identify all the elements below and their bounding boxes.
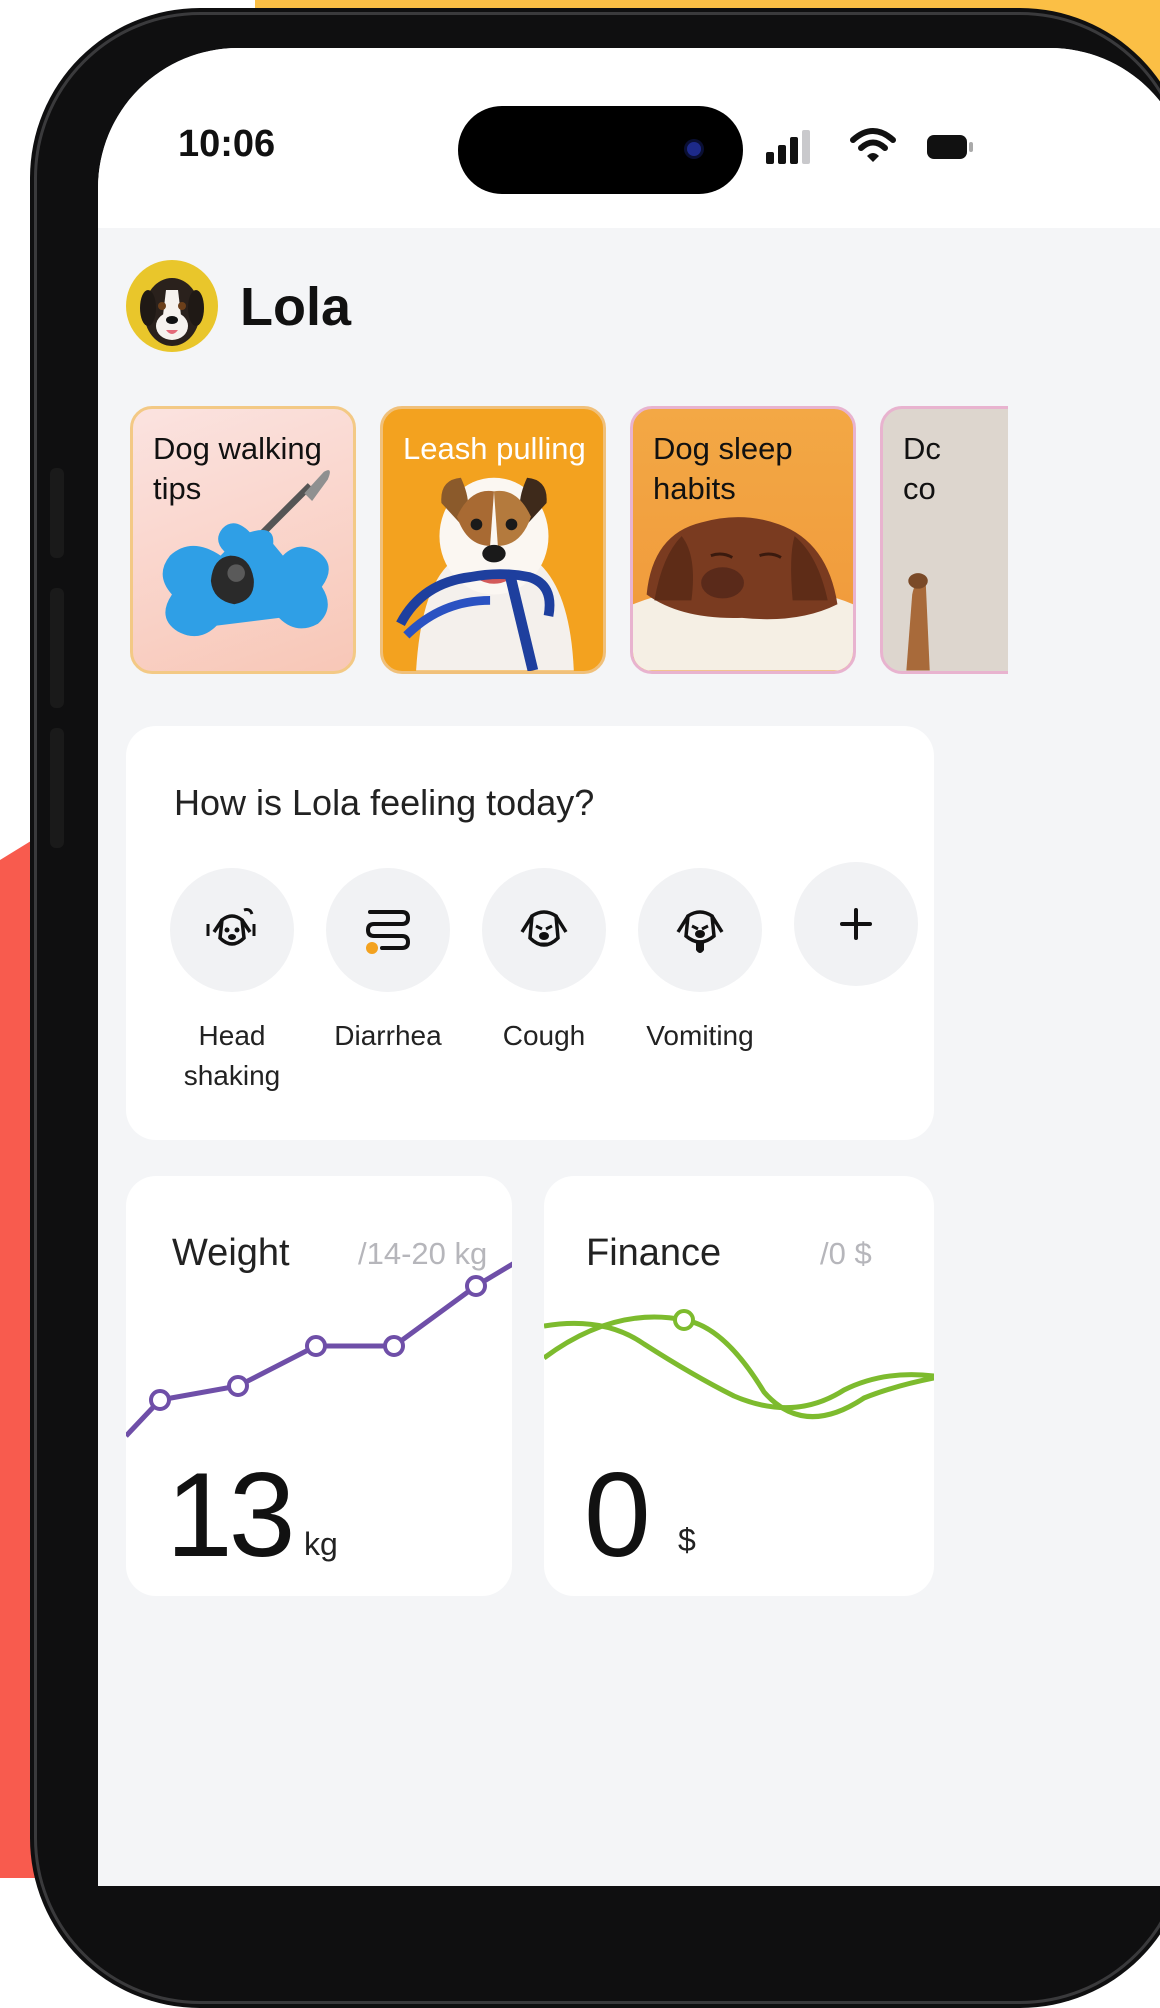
dog-avatar-icon bbox=[140, 278, 204, 346]
pet-avatar[interactable] bbox=[126, 260, 218, 352]
symptom-label: Vomiting bbox=[646, 1020, 754, 1051]
tip-card-title: Dog sleep habits bbox=[653, 431, 793, 506]
feeling-question: How is Lola feeling today? bbox=[174, 782, 595, 823]
weight-point bbox=[305, 1335, 327, 1357]
tip-card-title: Leash pulling bbox=[403, 431, 586, 466]
wifi-icon bbox=[850, 128, 896, 162]
tip-card-title: Dog walking tips bbox=[153, 431, 322, 506]
status-time: 10:06 bbox=[178, 123, 276, 165]
phone-side-button bbox=[50, 468, 64, 558]
tip-card-dog-walking[interactable]: Dog walking tips bbox=[130, 406, 356, 674]
tip-card-title: Dc co bbox=[903, 431, 941, 506]
weight-point bbox=[465, 1275, 487, 1297]
symptom-head-shaking[interactable]: Head shaking bbox=[170, 868, 294, 1096]
signal-icon bbox=[766, 130, 810, 164]
symptom-button[interactable] bbox=[482, 868, 606, 992]
symptom-label: Diarrhea bbox=[334, 1020, 442, 1051]
symptom-button[interactable] bbox=[326, 868, 450, 992]
phone-volume-button bbox=[50, 728, 64, 848]
phone-frame: 10:06 Lola Dog walking tips Leash pullin… bbox=[30, 8, 1160, 2008]
feeling-card: How is Lola feeling today? Head shaking bbox=[126, 726, 934, 1140]
plus-icon bbox=[840, 908, 872, 940]
tip-card-leash-pulling[interactable]: Leash pulling bbox=[380, 406, 606, 674]
weight-point bbox=[149, 1389, 171, 1411]
dynamic-island bbox=[458, 106, 743, 194]
add-symptom-button[interactable] bbox=[794, 862, 918, 986]
intestine-icon bbox=[365, 910, 411, 954]
dog-cough-icon bbox=[520, 910, 568, 947]
symptom-diarrhea[interactable]: Diarrhea bbox=[326, 868, 450, 1056]
weight-value: 13 bbox=[166, 1448, 295, 1582]
dog-head-shaking-icon bbox=[206, 908, 256, 946]
symptom-label: Cough bbox=[502, 1020, 586, 1051]
phone-volume-button bbox=[50, 588, 64, 708]
weight-card[interactable]: Weight /14-20 kg 13 kg bbox=[126, 1176, 512, 1596]
status-bar: 10:06 bbox=[98, 48, 1160, 228]
app-screen: 10:06 Lola Dog walking tips Leash pullin… bbox=[98, 48, 1160, 1886]
weight-point bbox=[383, 1335, 405, 1357]
tip-card-dog-sleep[interactable]: Dog sleep habits bbox=[630, 406, 856, 674]
finance-value: 0 bbox=[584, 1448, 651, 1582]
symptom-label: Head shaking bbox=[183, 1020, 281, 1091]
tip-card-partial[interactable]: Dc co bbox=[880, 406, 1008, 674]
dog-paw-illustration bbox=[906, 573, 930, 671]
symptom-add[interactable] bbox=[794, 862, 918, 986]
finance-unit: $ bbox=[678, 1522, 696, 1558]
symptom-vomiting[interactable]: Vomiting bbox=[638, 868, 762, 1056]
battery-icon bbox=[927, 135, 973, 159]
finance-card[interactable]: Finance /0 $ 0 $ bbox=[544, 1176, 934, 1596]
weight-unit: kg bbox=[304, 1526, 338, 1562]
pet-name[interactable]: Lola bbox=[240, 276, 351, 338]
finance-point bbox=[673, 1309, 695, 1331]
weight-point bbox=[227, 1375, 249, 1397]
symptom-cough[interactable]: Cough bbox=[482, 868, 606, 1056]
symptom-button[interactable] bbox=[170, 868, 294, 992]
dog-vomiting-icon bbox=[676, 910, 724, 953]
symptom-button[interactable] bbox=[638, 868, 762, 992]
tips-carousel[interactable]: Dog walking tips Leash pulling Dog sleep… bbox=[130, 406, 1008, 682]
